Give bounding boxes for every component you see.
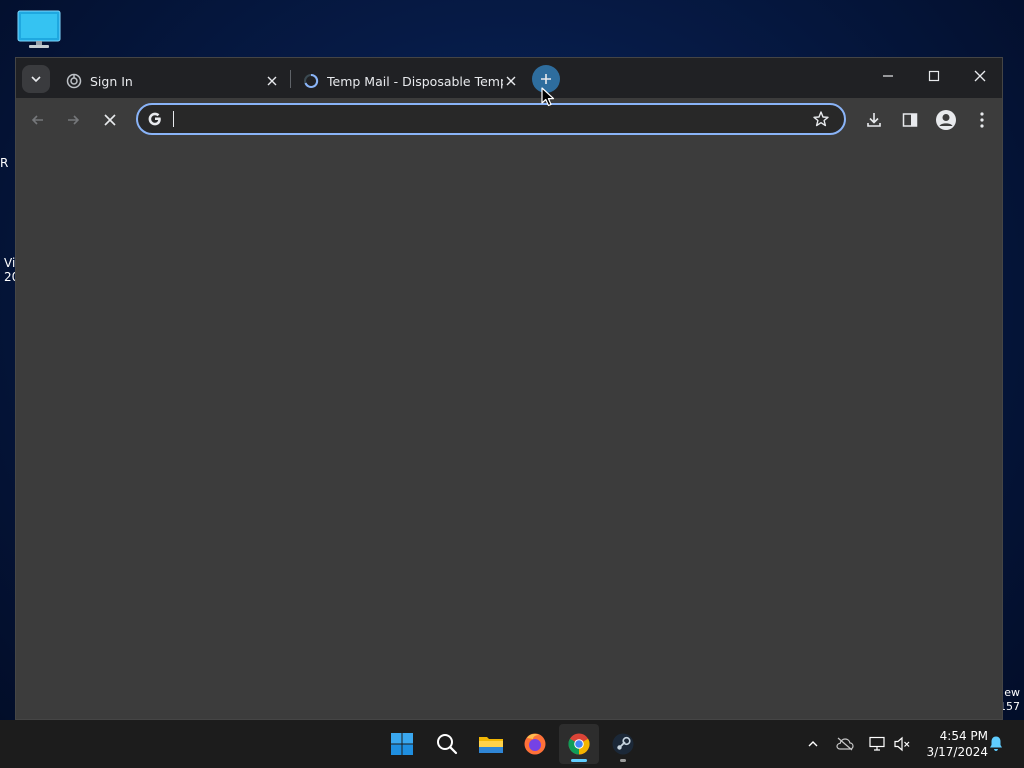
side-panel-icon xyxy=(902,113,918,127)
desktop-label-fragment: Vi xyxy=(4,256,16,270)
person-icon xyxy=(936,110,956,130)
maximize-icon xyxy=(928,70,940,82)
side-panel-button[interactable] xyxy=(896,106,924,134)
tab-sign-in[interactable]: Sign In xyxy=(56,64,288,98)
desktop-label-fragment: ew xyxy=(1004,686,1020,699)
steam-icon xyxy=(612,733,634,755)
tab-close-button[interactable] xyxy=(503,73,519,89)
page-content xyxy=(16,142,1002,719)
desktop-label-fragment: R xyxy=(0,156,9,170)
arrow-right-icon xyxy=(68,115,80,125)
firefox-button[interactable] xyxy=(515,724,555,764)
downloads-button[interactable] xyxy=(860,106,888,134)
maximize-button[interactable] xyxy=(911,58,957,94)
active-app-indicator xyxy=(571,759,587,762)
taskbar-clock[interactable]: 4:54 PM 3/17/2024 xyxy=(916,728,988,760)
tab-title: Temp Mail - Disposable Tempor xyxy=(327,73,503,89)
this-pc-desktop-icon[interactable] xyxy=(16,10,62,50)
forward-button[interactable] xyxy=(59,106,87,134)
stop-loading-button[interactable] xyxy=(96,106,124,134)
volume-tray-button[interactable] xyxy=(892,734,912,754)
browser-menu-button[interactable] xyxy=(968,106,996,134)
close-icon xyxy=(506,76,516,86)
firefox-icon xyxy=(524,733,546,755)
volume-muted-icon xyxy=(894,736,910,752)
network-tray-button[interactable] xyxy=(867,734,887,754)
close-icon xyxy=(974,70,986,82)
file-explorer-icon xyxy=(479,737,503,753)
tab-separator xyxy=(290,70,291,88)
address-bar[interactable] xyxy=(136,103,846,135)
file-explorer-button[interactable] xyxy=(471,724,511,764)
arrow-left-icon xyxy=(31,115,43,125)
bell-icon xyxy=(990,736,1002,751)
tab-title: Sign In xyxy=(90,73,133,89)
minimize-button[interactable] xyxy=(865,58,911,94)
address-input[interactable] xyxy=(172,108,776,132)
circle-logo-icon xyxy=(66,73,82,89)
cloud-offline-icon xyxy=(836,737,854,751)
chrome-icon xyxy=(568,733,590,755)
windows-start-icon xyxy=(391,733,413,755)
back-button[interactable] xyxy=(24,106,52,134)
profile-button[interactable] xyxy=(932,106,960,134)
tab-strip: Sign In Temp Mail - Disposable Tempor xyxy=(16,58,1002,98)
taskbar-search-button[interactable] xyxy=(427,724,467,764)
notifications-button[interactable] xyxy=(986,734,1006,754)
clock-date: 3/17/2024 xyxy=(926,745,988,759)
start-button[interactable] xyxy=(382,724,422,764)
network-icon xyxy=(869,736,885,751)
close-icon xyxy=(104,114,116,126)
mouse-cursor-icon xyxy=(541,87,555,107)
tab-temp-mail[interactable]: Temp Mail - Disposable Tempor xyxy=(293,64,527,98)
show-hidden-icons-button[interactable] xyxy=(803,734,823,754)
taskbar: 4:54 PM 3/17/2024 xyxy=(0,720,1024,768)
plus-icon xyxy=(541,74,551,84)
clock-time: 4:54 PM xyxy=(939,729,988,743)
loading-spinner-icon xyxy=(304,73,319,88)
download-icon xyxy=(867,113,881,127)
text-caret xyxy=(173,111,174,127)
browser-window: Sign In Temp Mail - Disposable Tempor xyxy=(15,57,1003,720)
tab-close-button[interactable] xyxy=(264,73,280,89)
close-icon xyxy=(267,76,277,86)
google-g-icon xyxy=(148,112,161,126)
steam-button[interactable] xyxy=(603,724,643,764)
chevron-down-icon xyxy=(31,76,41,83)
minimize-icon xyxy=(883,75,893,77)
search-icon xyxy=(437,734,458,755)
kebab-menu-icon xyxy=(980,112,984,128)
running-app-indicator xyxy=(620,759,626,762)
chevron-up-icon xyxy=(808,741,818,747)
star-icon[interactable] xyxy=(812,110,830,128)
chrome-button[interactable] xyxy=(559,724,599,764)
browser-toolbar xyxy=(16,98,1002,142)
tab-search-button[interactable] xyxy=(22,65,50,93)
onedrive-tray-button[interactable] xyxy=(835,734,855,754)
close-window-button[interactable] xyxy=(957,58,1002,94)
